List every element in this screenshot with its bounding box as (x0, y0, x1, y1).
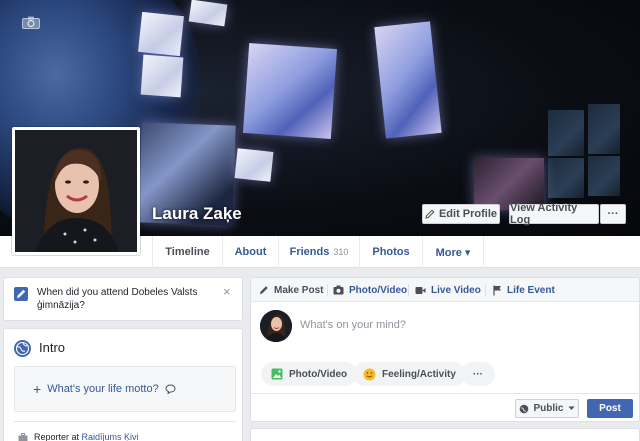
life-motto-prompt[interactable]: + What's your life motto? (14, 366, 236, 412)
workplace-link[interactable]: Raidījums Ķivi (82, 432, 139, 441)
privacy-selector[interactable]: Public (515, 399, 579, 418)
tab-separator (327, 284, 328, 296)
plus-icon: + (33, 381, 42, 397)
chevron-down-icon (568, 406, 574, 410)
school-prompt-card[interactable]: When did you attend Dobeles Valsts ģimnā… (3, 277, 243, 321)
work-prefix: Reporter at (34, 432, 82, 441)
intro-title: Intro (39, 340, 66, 355)
camera-icon (333, 285, 344, 295)
pencil-icon (14, 287, 28, 301)
tab-friends[interactable]: Friends 310 (278, 236, 359, 268)
intro-divider (14, 421, 236, 422)
composer-tab-label: Make Post (274, 284, 324, 296)
pencil-icon (260, 286, 268, 294)
tab-life-event[interactable]: Life Event (493, 278, 555, 302)
tab-photos[interactable]: Photos (359, 236, 422, 268)
composer-footer: Public Post (251, 393, 639, 423)
status-input[interactable]: What's on your mind? (300, 319, 406, 331)
work-info: Reporter at Raidījums Ķivi (18, 432, 139, 441)
friends-count: 310 (333, 247, 349, 257)
tab-make-post[interactable]: Make Post (259, 278, 323, 302)
post-composer: Make Post Photo/Video Live Video Life Ev… (250, 277, 640, 422)
globe-icon (14, 340, 31, 357)
feeling-activity-action[interactable]: Feeling/Activity (353, 362, 466, 386)
tab-photo-video[interactable]: Photo/Video (333, 278, 407, 302)
cover-light-panel (140, 54, 184, 98)
profile-photo-image (15, 130, 137, 252)
tab-live-video[interactable]: Live Video (415, 278, 481, 302)
next-feed-card (250, 428, 640, 441)
tab-separator (485, 284, 486, 296)
composer-tab-label: Life Event (507, 284, 555, 296)
tab-label: Friends (289, 246, 330, 258)
action-label: Photo/Video (289, 368, 348, 380)
tab-label: More ▾ (435, 246, 471, 259)
smiley-icon (363, 368, 376, 380)
pencil-icon (425, 209, 435, 219)
composer-tabs: Make Post Photo/Video Live Video Life Ev… (251, 278, 639, 302)
view-activity-log-button[interactable]: View Activity Log (509, 202, 599, 226)
view-activity-log-label: View Activity Log (510, 202, 578, 226)
edit-profile-label: Edit Profile (438, 208, 498, 220)
cover-light-panel (374, 21, 442, 139)
post-button[interactable]: Post (587, 399, 633, 418)
more-actions-button[interactable]: ··· (461, 362, 495, 386)
globe-icon (520, 404, 529, 413)
video-camera-icon (415, 286, 426, 294)
tab-about[interactable]: About (222, 236, 278, 268)
briefcase-icon (18, 432, 28, 441)
profile-picture[interactable] (12, 127, 140, 255)
life-motto-label: What's your life motto? (47, 383, 159, 395)
cover-light-panel (188, 0, 228, 27)
cover-light-panel (242, 43, 338, 139)
photo-video-action[interactable]: Photo/Video (261, 362, 358, 386)
composer-tab-label: Live Video (431, 284, 481, 296)
cover-dark-panel (588, 156, 620, 196)
tab-more[interactable]: More ▾ (422, 236, 484, 268)
action-label: ··· (473, 368, 483, 380)
tab-timeline[interactable]: Timeline (152, 236, 222, 268)
action-label: Feeling/Activity (382, 368, 456, 380)
more-options-label: ··· (607, 208, 619, 220)
intro-card: Intro + What's your life motto? Reporter… (3, 328, 243, 441)
tab-label: Timeline (165, 246, 210, 258)
avatar[interactable] (260, 310, 292, 342)
cover-dark-panel (548, 110, 584, 156)
photo-icon (271, 368, 283, 380)
composer-tab-label: Photo/Video (349, 284, 408, 296)
tab-separator (408, 284, 409, 296)
camera-icon[interactable] (22, 16, 40, 29)
profile-name[interactable]: Laura Zaķe (152, 204, 242, 224)
tab-label: About (234, 246, 267, 258)
more-options-button[interactable]: ··· (600, 204, 626, 224)
edit-profile-button[interactable]: Edit Profile (422, 204, 500, 224)
tab-label: Photos (372, 246, 410, 258)
cover-dark-panel (588, 104, 620, 154)
cover-light-panel (234, 148, 274, 182)
school-prompt-question[interactable]: When did you attend Dobeles Valsts ģimnā… (37, 286, 222, 312)
close-icon[interactable]: × (223, 285, 233, 298)
cover-light-panel (138, 11, 184, 57)
speech-bubble-icon (165, 384, 176, 394)
flag-icon (493, 285, 501, 295)
privacy-label: Public (533, 403, 564, 414)
cover-dark-panel (548, 158, 584, 198)
